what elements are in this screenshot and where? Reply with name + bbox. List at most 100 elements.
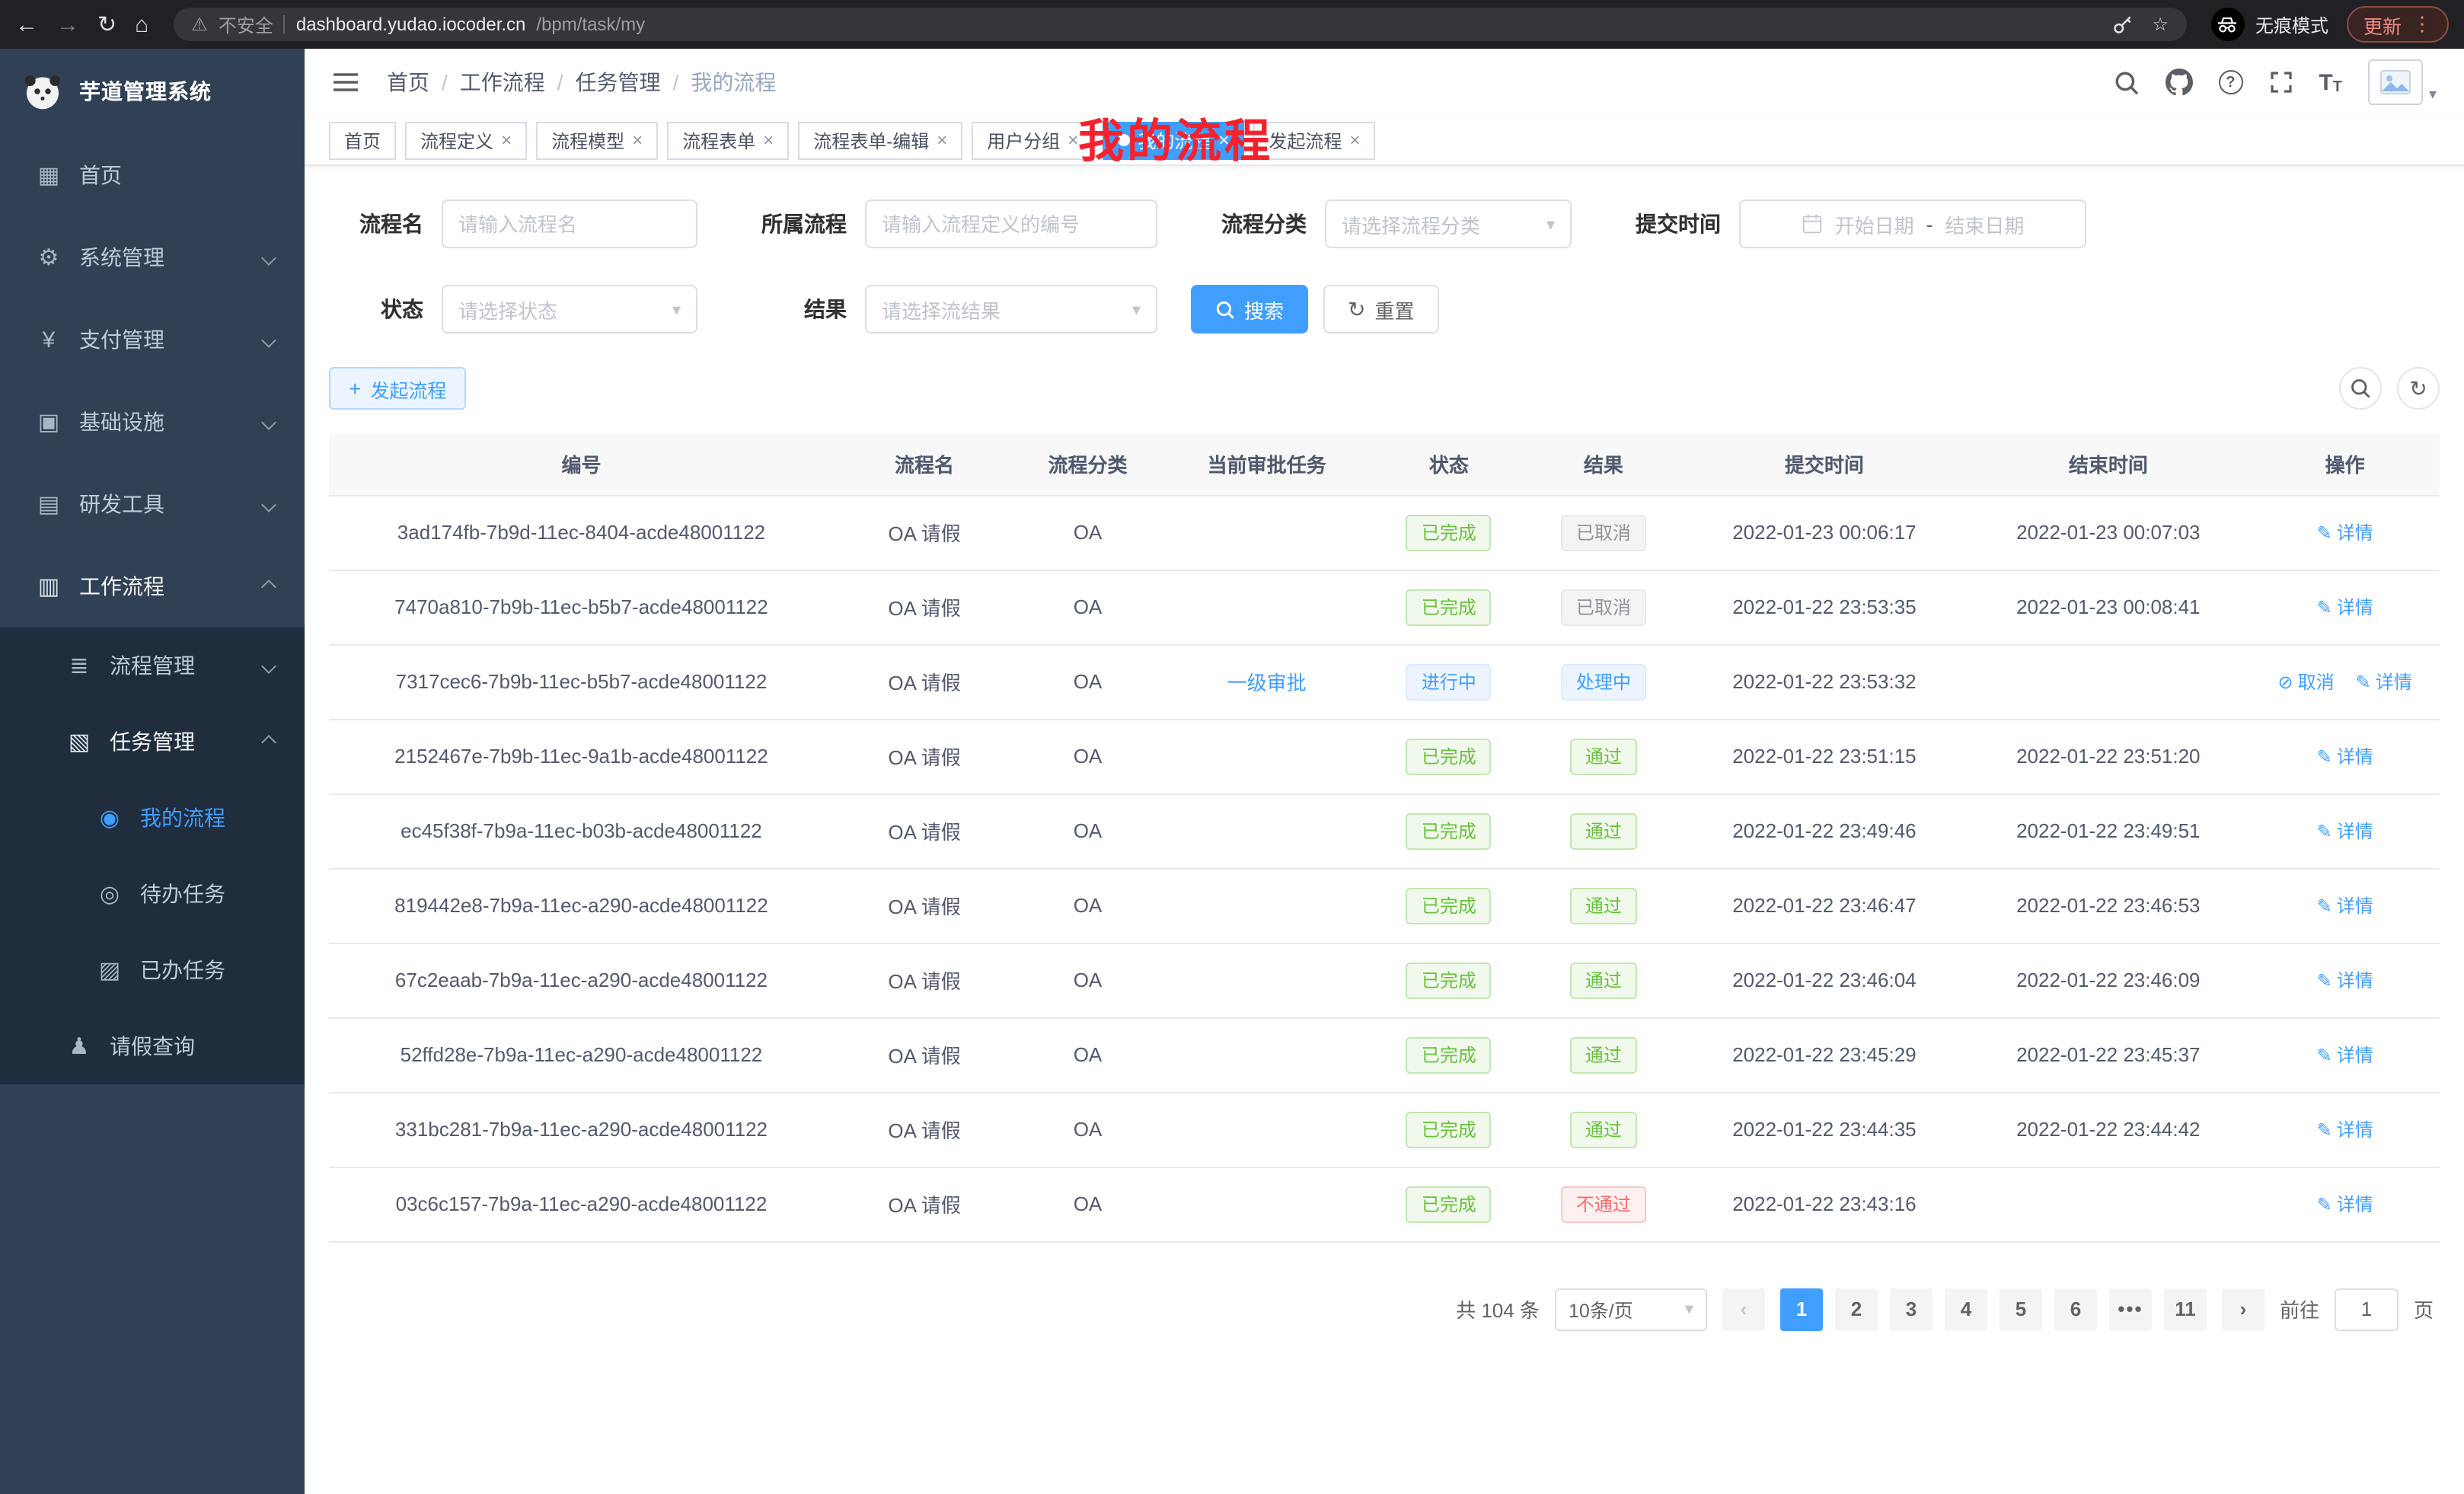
gear-icon: ⚙ bbox=[34, 244, 64, 271]
cell-name: OA 请假 bbox=[834, 868, 1015, 943]
detail-link[interactable]: ✎详情 bbox=[2317, 594, 2373, 620]
browser-back-icon[interactable]: ← bbox=[15, 13, 38, 36]
cell-submit-time: 2022-01-22 23:53:35 bbox=[1682, 570, 1966, 644]
edit-icon: ✎ bbox=[2317, 596, 2332, 618]
pagination-jump-input[interactable] bbox=[2335, 1288, 2399, 1330]
incognito-icon bbox=[2218, 16, 2238, 33]
close-icon[interactable]: × bbox=[632, 131, 643, 149]
sidebar-item-devtools[interactable]: ▤研发工具 bbox=[0, 463, 305, 545]
sidebar-item-todo-tasks[interactable]: ◎待办任务 bbox=[0, 856, 305, 932]
table-row: 819442e8-7b9a-11ec-a290-acde48001122OA 请… bbox=[329, 868, 2440, 943]
chevron-down-icon[interactable]: ▾ bbox=[2429, 87, 2437, 105]
status-select[interactable]: 请选择状态 ▾ bbox=[442, 285, 697, 334]
tab-process-form-edit[interactable]: 流程表单-编辑× bbox=[798, 121, 962, 159]
sidebar-item-task-mgmt[interactable]: ▧任务管理 bbox=[0, 704, 305, 780]
close-icon[interactable]: × bbox=[501, 131, 512, 149]
bookmark-star-icon[interactable]: ☆ bbox=[2152, 14, 2169, 35]
detail-link[interactable]: ✎详情 bbox=[2317, 743, 2373, 769]
cell-end-time: 2022-01-22 23:45:37 bbox=[1966, 1017, 2250, 1092]
tab-process-form[interactable]: 流程表单× bbox=[667, 121, 789, 159]
filter-label-submit-time: 提交时间 bbox=[1602, 209, 1721, 239]
detail-link[interactable]: ✎详情 bbox=[2317, 1191, 2373, 1217]
cell-submit-time: 2022-01-22 23:46:04 bbox=[1682, 943, 1966, 1017]
tab-process-model[interactable]: 流程模型× bbox=[536, 121, 658, 159]
search-button[interactable]: 搜索 bbox=[1191, 285, 1308, 334]
close-icon[interactable]: × bbox=[763, 131, 774, 149]
sidebar-item-home[interactable]: ▦首页 bbox=[0, 134, 305, 216]
result-select[interactable]: 请选择流结果 ▾ bbox=[865, 285, 1157, 334]
kebab-menu-icon[interactable]: ⋮ bbox=[2412, 12, 2432, 37]
incognito-badge[interactable]: 无痕模式 bbox=[2211, 8, 2328, 41]
app-logo[interactable]: 芋道管理系统 bbox=[0, 49, 305, 134]
submit-time-range[interactable]: 开始日期 - 结束日期 bbox=[1739, 200, 2086, 248]
browser-home-icon[interactable]: ⌂ bbox=[135, 13, 148, 36]
category-select[interactable]: 请选择流程分类 ▾ bbox=[1325, 200, 1572, 248]
tab-process-definition[interactable]: 流程定义× bbox=[405, 121, 527, 159]
cancel-link[interactable]: ⊘取消 bbox=[2277, 669, 2334, 694]
cell-status: 已完成 bbox=[1373, 1017, 1524, 1092]
sidebar-item-workflow[interactable]: ▥工作流程 bbox=[0, 545, 305, 627]
table-search-button[interactable] bbox=[2339, 367, 2382, 410]
cell-result: 不通过 bbox=[1524, 1167, 1682, 1241]
key-icon[interactable] bbox=[2112, 14, 2134, 35]
fullscreen-icon[interactable] bbox=[2268, 70, 2293, 94]
pagination-page-2[interactable]: 2 bbox=[1835, 1288, 1878, 1330]
pagination-prev-button[interactable]: ‹ bbox=[1722, 1288, 1765, 1330]
github-icon[interactable] bbox=[2165, 69, 2192, 96]
detail-link[interactable]: ✎详情 bbox=[2317, 519, 2373, 545]
reset-button[interactable]: ↻ 重置 bbox=[1323, 285, 1439, 334]
cell-end-time: 2022-01-22 23:44:42 bbox=[1966, 1092, 2250, 1167]
task-link[interactable]: 一级审批 bbox=[1227, 672, 1307, 694]
detail-link[interactable]: ✎详情 bbox=[2317, 892, 2373, 918]
detail-link[interactable]: ✎详情 bbox=[2317, 967, 2373, 993]
page-size-select[interactable]: 10条/页 ▾ bbox=[1555, 1288, 1707, 1330]
result-badge: 通过 bbox=[1570, 1111, 1637, 1148]
sidebar-item-system[interactable]: ⚙系统管理 bbox=[0, 216, 305, 298]
help-icon[interactable]: ? bbox=[2218, 70, 2242, 94]
cell-id: 331bc281-7b9a-11ec-a290-acde48001122 bbox=[329, 1092, 834, 1167]
breadcrumb-item[interactable]: 任务管理 bbox=[576, 67, 661, 97]
close-icon[interactable]: × bbox=[937, 131, 947, 149]
sidebar-item-done-tasks[interactable]: ▨已办任务 bbox=[0, 932, 305, 1008]
close-icon[interactable]: × bbox=[1349, 131, 1360, 149]
browser-update-button[interactable]: 更新 ⋮ bbox=[2347, 6, 2449, 43]
parent-process-input[interactable] bbox=[865, 200, 1157, 248]
pagination-page-5[interactable]: 5 bbox=[2000, 1288, 2042, 1330]
table-refresh-button[interactable]: ↻ bbox=[2397, 367, 2440, 410]
sidebar-item-leave-query[interactable]: ♟请假查询 bbox=[0, 1008, 305, 1084]
tab-home[interactable]: 首页 bbox=[329, 121, 396, 159]
cell-actions: ✎详情 bbox=[2250, 1092, 2440, 1167]
pagination-page-3[interactable]: 3 bbox=[1890, 1288, 1933, 1330]
detail-link[interactable]: ✎详情 bbox=[2317, 1042, 2373, 1068]
pagination-next-button[interactable]: › bbox=[2222, 1288, 2265, 1330]
detail-link[interactable]: ✎详情 bbox=[2317, 1116, 2373, 1142]
pagination-page-6[interactable]: 6 bbox=[2054, 1288, 2097, 1330]
breadcrumb-item[interactable]: 工作流程 bbox=[460, 67, 545, 97]
breadcrumb-item[interactable]: 首页 bbox=[387, 67, 429, 97]
tab-user-group[interactable]: 用户分组 × bbox=[972, 121, 1093, 159]
sidebar-item-payment[interactable]: ¥支付管理 bbox=[0, 298, 305, 381]
sidebar-item-infra[interactable]: ▣基础设施 bbox=[0, 381, 305, 463]
pagination-page-11[interactable]: 11 bbox=[2164, 1288, 2207, 1330]
close-icon[interactable]: × bbox=[1068, 131, 1078, 149]
start-process-button[interactable]: + 发起流程 bbox=[329, 367, 466, 410]
tab-label: 用户分组 bbox=[987, 127, 1060, 153]
cell-end-time: 2022-01-22 23:49:51 bbox=[1966, 793, 2250, 868]
browser-forward-icon[interactable]: → bbox=[56, 13, 79, 36]
sidebar-item-process-mgmt[interactable]: ≣流程管理 bbox=[0, 627, 305, 704]
pagination-page-4[interactable]: 4 bbox=[1945, 1288, 1987, 1330]
process-name-input[interactable] bbox=[442, 200, 697, 248]
hamburger-icon[interactable] bbox=[332, 72, 359, 93]
pagination-ellipsis[interactable]: ••• bbox=[2109, 1288, 2152, 1330]
detail-link[interactable]: ✎详情 bbox=[2356, 669, 2412, 694]
status-badge: 已完成 bbox=[1406, 1186, 1492, 1222]
font-size-icon[interactable]: TT bbox=[2319, 69, 2342, 95]
sidebar-item-my-process[interactable]: ◉我的流程 bbox=[0, 780, 305, 856]
browser-reload-icon[interactable]: ↻ bbox=[97, 13, 116, 36]
warning-icon: ⚠ bbox=[191, 14, 208, 35]
search-icon[interactable] bbox=[2113, 69, 2139, 95]
detail-link[interactable]: ✎详情 bbox=[2317, 818, 2373, 844]
avatar[interactable] bbox=[2368, 59, 2423, 105]
pagination-page-1[interactable]: 1 bbox=[1780, 1288, 1823, 1330]
address-bar[interactable]: ⚠ 不安全 dashboard.yudao.iocoder.cn/bpm/tas… bbox=[173, 8, 2187, 41]
